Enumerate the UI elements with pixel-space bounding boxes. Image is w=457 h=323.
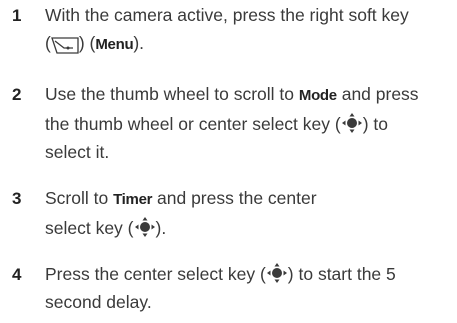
mode-keyword: Mode [298, 87, 337, 104]
text-run: and press [336, 84, 419, 104]
step-number: 4 [12, 265, 22, 284]
step-text: Use the thumb wheel to scroll to Mode an… [45, 80, 455, 166]
text-run: and press the center [152, 188, 317, 208]
text-line: select it. [45, 138, 455, 166]
text-run: Press the center select key ( [45, 264, 266, 284]
menu-keyword: Menu [95, 36, 134, 53]
center-select-key-icon [341, 112, 363, 134]
text-line: Scroll to Timer and press the center [45, 184, 455, 214]
center-select-key-icon [266, 262, 288, 284]
text-line: second delay. [45, 288, 455, 316]
text-run: ) to [362, 114, 388, 134]
text-line: With the camera active, press the right … [45, 1, 455, 29]
timer-keyword: Timer [113, 191, 153, 208]
step-text: Scroll to Timer and press the center sel… [45, 184, 455, 242]
text-run: Scroll to [45, 188, 114, 208]
text-line: () (Menu). [45, 29, 455, 59]
text-line: Use the thumb wheel to scroll to Mode an… [45, 80, 455, 110]
text-run: Use the thumb wheel to scroll to [45, 84, 299, 104]
step-number: 2 [12, 85, 22, 104]
text-run: select key ( [45, 218, 134, 238]
text-run: the thumb wheel or center select key ( [45, 114, 341, 134]
text-run: ) to start the 5 [287, 264, 396, 284]
center-select-key-icon [134, 216, 156, 238]
text-run: select it. [45, 142, 110, 162]
text-line: Press the center select key ( ) to start … [45, 260, 455, 288]
text-run: second delay. [45, 292, 152, 312]
text-run: ). [133, 33, 145, 53]
text-line: the thumb wheel or center select key ( ) … [45, 110, 455, 138]
text-line: select key (). [45, 214, 455, 242]
text-run: ) [78, 33, 85, 53]
text-run: With the camera active, press the right … [45, 5, 409, 25]
step-text: With the camera active, press the right … [45, 1, 455, 59]
right-soft-key-icon [50, 34, 79, 54]
step-text: Press the center select key ( ) to start … [45, 260, 455, 316]
step-number: 1 [12, 6, 22, 25]
step-number: 3 [12, 189, 22, 208]
text-run: ). [155, 218, 167, 238]
